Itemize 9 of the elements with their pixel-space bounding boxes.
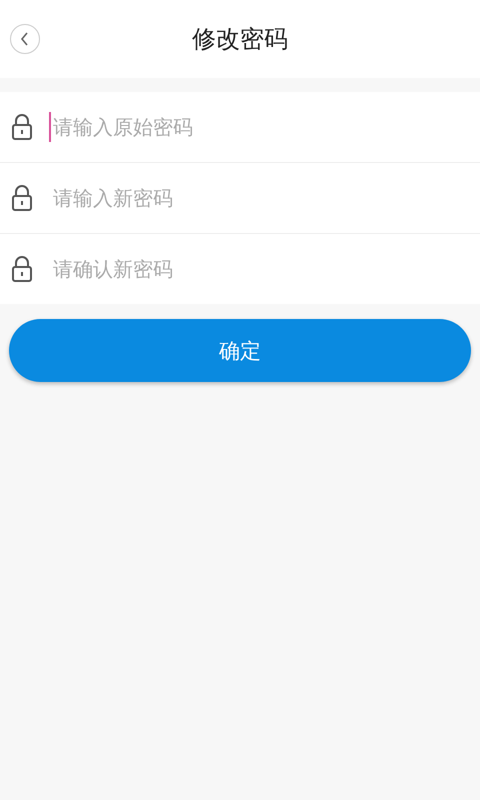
- page-title: 修改密码: [192, 24, 288, 55]
- lock-icon: [11, 113, 33, 141]
- password-field[interactable]: 请输入新密码: [49, 183, 460, 213]
- back-button[interactable]: [10, 24, 40, 54]
- confirm-button[interactable]: 确定: [9, 319, 471, 382]
- password-field[interactable]: 请确认新密码: [49, 254, 460, 284]
- lock-icon: [11, 255, 33, 283]
- password-field[interactable]: 请输入原始密码: [49, 112, 460, 142]
- lock-icon: [11, 184, 33, 212]
